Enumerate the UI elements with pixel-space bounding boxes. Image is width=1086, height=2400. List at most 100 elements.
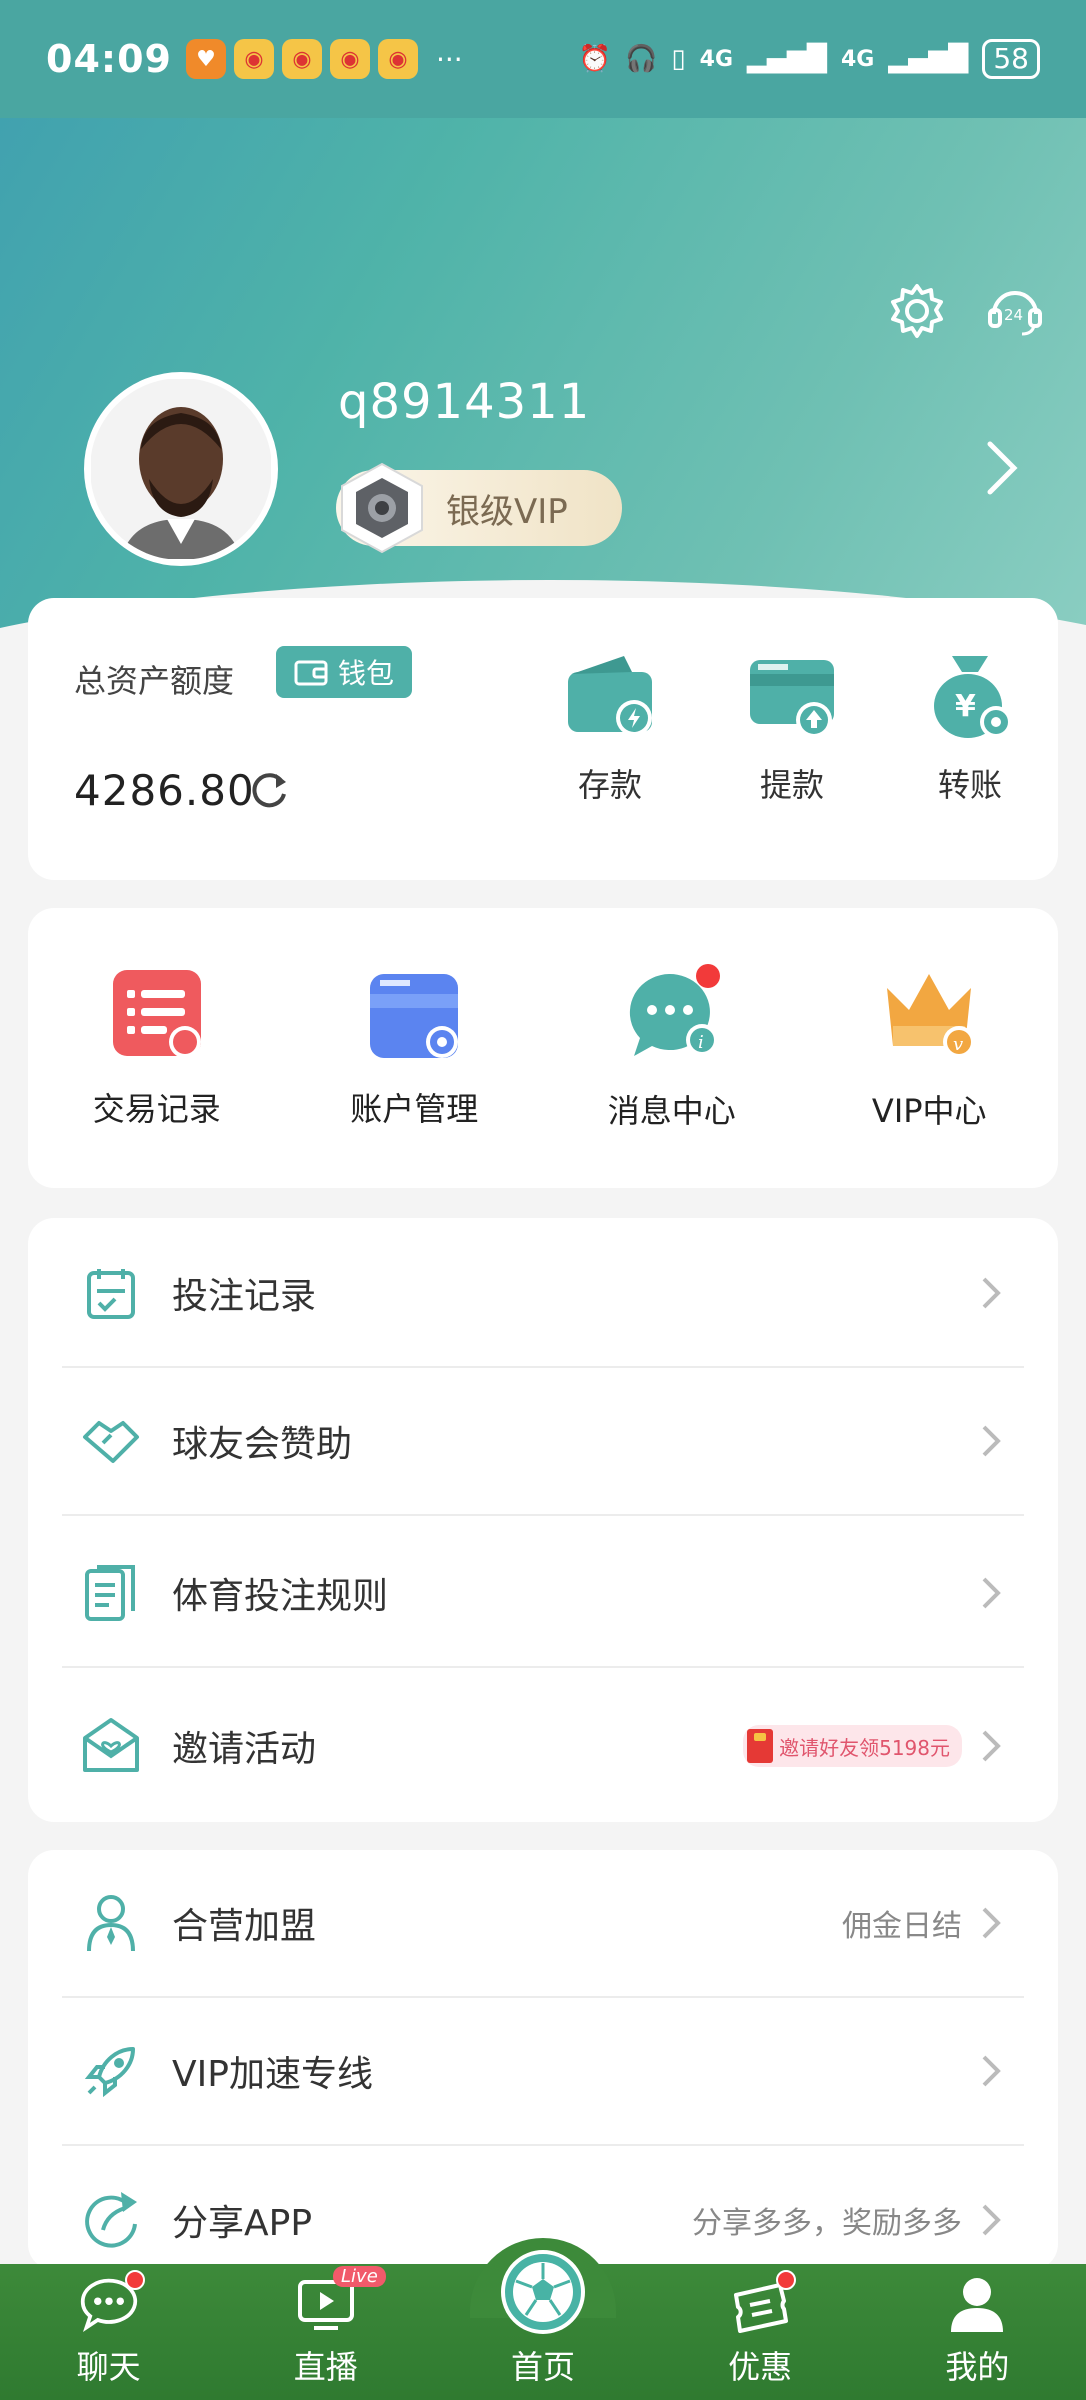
share-arrow-icon bbox=[80, 2189, 142, 2251]
bottom-navigation: 聊天 Live 直播 首页 优惠 我的 bbox=[0, 2238, 1086, 2400]
list-item-partner[interactable]: 合营加盟 佣金日结 bbox=[62, 1850, 1024, 1998]
partner-person-icon bbox=[80, 1892, 142, 1954]
status-time: 04:09 bbox=[46, 37, 172, 81]
chevron-right-icon bbox=[982, 2204, 1001, 2236]
settings-gear-icon[interactable] bbox=[886, 280, 948, 342]
nav-promotions[interactable]: 优惠 bbox=[680, 2270, 840, 2388]
customer-service-24h-icon[interactable]: 24 bbox=[984, 280, 1046, 342]
header-actions: 24 bbox=[886, 280, 1046, 342]
nav-live[interactable]: Live 直播 bbox=[246, 2266, 406, 2388]
weibo-icon: ◉ bbox=[233, 39, 274, 79]
signal-icon: ▂▄▆█ bbox=[747, 44, 827, 74]
wallet-tag-label: 钱包 bbox=[338, 657, 395, 690]
nav-home-label: 首页 bbox=[510, 2348, 575, 2386]
svg-text:¥: ¥ bbox=[955, 689, 976, 724]
silver-vip-medal-icon bbox=[336, 460, 428, 556]
soccer-ball-icon bbox=[500, 2250, 585, 2334]
notification-icons: ♥ ◉ ◉ ◉ ◉ ··· bbox=[185, 39, 463, 79]
network-4g-label-2: 4G bbox=[841, 46, 875, 72]
svg-text:24: 24 bbox=[1004, 306, 1023, 324]
sports-rules-label: 体育投注规则 bbox=[172, 1576, 389, 1617]
vip-center-label: VIP中心 bbox=[871, 1092, 987, 1130]
profile-chevron-right-icon[interactable] bbox=[982, 438, 1022, 498]
battery-indicator: 58 bbox=[982, 39, 1040, 79]
nav-chat[interactable]: 聊天 bbox=[29, 2270, 189, 2388]
nav-promotions-label: 优惠 bbox=[728, 2348, 793, 2386]
list-item-sponsor[interactable]: 球友会赞助 bbox=[62, 1368, 1024, 1516]
menu-list-card-2: 合营加盟 佣金日结 VIP加速专线 分享APP 分享多多，奖励多多 bbox=[28, 1850, 1058, 2270]
message-center-label: 消息中心 bbox=[607, 1092, 736, 1130]
chevron-right-icon bbox=[982, 1907, 1001, 1939]
partner-label: 合营加盟 bbox=[172, 1906, 317, 1947]
invite-envelope-icon bbox=[80, 1715, 142, 1777]
headphones-icon: 🎧 bbox=[624, 44, 658, 74]
total-assets-amount: 4286.80 bbox=[74, 766, 255, 815]
menu-list-card-1: 投注记录 球友会赞助 体育投注规则 邀请活动 邀请好友领5198元 bbox=[28, 1218, 1058, 1822]
transfer-button[interactable]: ¥ 转账 bbox=[910, 648, 1030, 806]
vip-level-label: 银级VIP bbox=[446, 491, 568, 532]
invite-reward-text: 邀请好友领5198元 bbox=[779, 1735, 950, 1760]
wallet-icon bbox=[294, 660, 328, 686]
message-center-button[interactable]: i 消息中心 bbox=[562, 964, 782, 1132]
asset-card: 总资产额度 钱包 4286.80 存款 提款 ¥ 转账 bbox=[28, 598, 1058, 880]
system-status: ⏰ 🎧 ▯ 4G ▂▄▆█ 4G ▂▄▆█ 58 bbox=[579, 39, 1040, 79]
total-assets-label: 总资产额度 bbox=[74, 662, 235, 700]
list-item-vip-line[interactable]: VIP加速专线 bbox=[62, 1998, 1024, 2146]
account-management-icon bbox=[370, 974, 459, 1058]
vip-line-label: VIP加速专线 bbox=[172, 2054, 373, 2095]
transaction-record-label: 交易记录 bbox=[92, 1090, 221, 1128]
rules-document-icon bbox=[80, 1562, 142, 1624]
signal-icon-2: ▂▄▆█ bbox=[888, 44, 969, 74]
weibo-icon: ◉ bbox=[281, 39, 322, 79]
bet-record-icon bbox=[80, 1262, 142, 1324]
chevron-right-icon bbox=[982, 1730, 1001, 1762]
network-4g-label: 4G bbox=[699, 46, 734, 72]
vip-crown-icon: v bbox=[887, 974, 976, 1058]
list-item-invite[interactable]: 邀请活动 邀请好友领5198元 bbox=[62, 1672, 1024, 1820]
weibo-icon: ◉ bbox=[377, 39, 418, 79]
chat-unread-dot bbox=[124, 2270, 145, 2290]
nav-chat-label: 聊天 bbox=[76, 2348, 141, 2386]
invite-label: 邀请活动 bbox=[172, 1729, 317, 1770]
message-center-icon: i bbox=[629, 964, 720, 1056]
refresh-icon[interactable] bbox=[248, 768, 290, 810]
nav-mine[interactable]: 我的 bbox=[897, 2274, 1057, 2388]
list-item-sports-rules[interactable]: 体育投注规则 bbox=[62, 1520, 1024, 1668]
chat-icon bbox=[79, 2270, 145, 2334]
user-icon bbox=[947, 2274, 1007, 2334]
vibrate-icon: ▯ bbox=[671, 44, 686, 74]
share-reward-text: 分享多多，奖励多多 bbox=[692, 2206, 962, 2241]
transaction-record-button[interactable]: 交易记录 bbox=[47, 966, 267, 1130]
live-badge: Live bbox=[333, 2266, 386, 2287]
deposit-label: 存款 bbox=[577, 766, 642, 804]
list-item-bet-record[interactable]: 投注记录 bbox=[62, 1220, 1024, 1368]
bet-record-label: 投注记录 bbox=[172, 1276, 317, 1317]
nav-live-label: 直播 bbox=[293, 2348, 358, 2386]
withdraw-button[interactable]: 提款 bbox=[732, 648, 852, 806]
wallet-button[interactable]: 钱包 bbox=[276, 646, 413, 698]
status-bar: 04:09 ♥ ◉ ◉ ◉ ◉ ··· ⏰ 🎧 ▯ 4G ▂▄▆█ 4G ▂▄▆… bbox=[0, 0, 1086, 118]
money-bag-transfer-icon: ¥ bbox=[934, 656, 1012, 738]
avatar[interactable] bbox=[84, 372, 278, 566]
svg-text:i: i bbox=[698, 1032, 704, 1053]
svg-text:v: v bbox=[953, 1034, 963, 1055]
username: q8914311 bbox=[338, 374, 591, 430]
nav-home[interactable]: 首页 bbox=[463, 2250, 623, 2388]
partner-commission-text: 佣金日结 bbox=[842, 1909, 962, 1944]
sponsor-handshake-icon bbox=[80, 1410, 142, 1472]
weibo-icon: ◉ bbox=[329, 39, 370, 79]
invite-reward-tag: 邀请好友领5198元 bbox=[743, 1725, 962, 1767]
chevron-right-icon bbox=[982, 1277, 1001, 1309]
heart-app-icon: ♥ bbox=[185, 39, 226, 79]
live-tv-icon: Live bbox=[296, 2266, 386, 2334]
vip-center-button[interactable]: v VIP中心 bbox=[819, 964, 1039, 1132]
deposit-button[interactable]: 存款 bbox=[550, 648, 670, 806]
nav-mine-label: 我的 bbox=[945, 2348, 1010, 2386]
account-management-button[interactable]: 账户管理 bbox=[304, 966, 524, 1130]
quick-menu-card: 交易记录 账户管理 i 消息中心 v VIP中心 bbox=[28, 908, 1058, 1188]
transfer-label: 转账 bbox=[937, 766, 1002, 804]
wallet-deposit-icon bbox=[568, 656, 652, 736]
rocket-icon bbox=[80, 2040, 142, 2102]
share-app-label: 分享APP bbox=[172, 2203, 313, 2244]
account-management-label: 账户管理 bbox=[350, 1090, 479, 1128]
